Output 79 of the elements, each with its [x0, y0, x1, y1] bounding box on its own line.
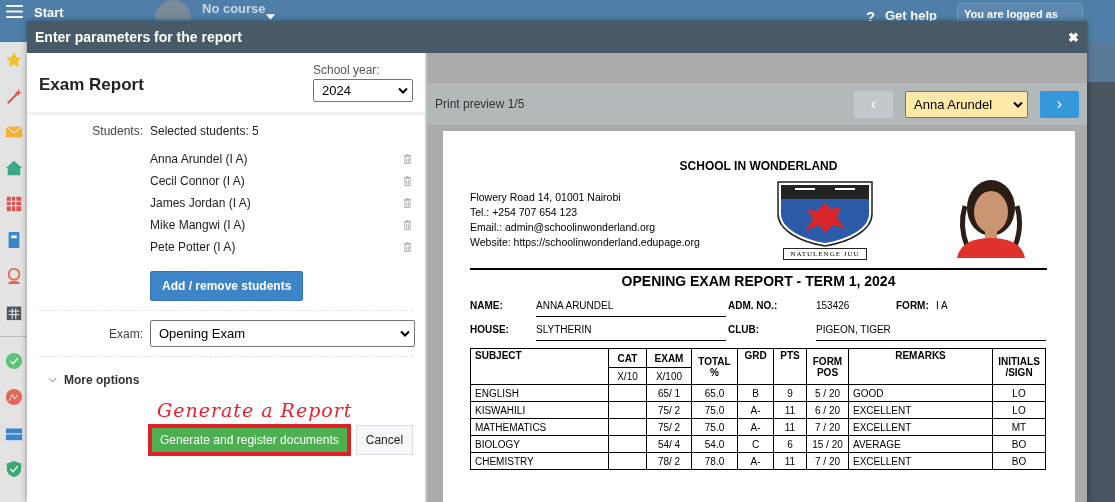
student-name: Pete Potter (I A) — [150, 239, 236, 254]
table-cell: 7 / 20 — [806, 452, 849, 470]
table-cell: GOOD — [848, 384, 993, 402]
table-cell: EXCELLENT — [848, 401, 993, 419]
info-value: PIGEON, TIGER — [816, 324, 1046, 341]
column-header: GRD — [737, 348, 774, 385]
table-cell: 54/ 4 — [646, 435, 692, 453]
table-cell: MATHEMATICS — [470, 418, 609, 436]
address-line: Flowery Road 14, 01001 Nairobi — [470, 191, 622, 203]
column-header: FORM POS — [806, 348, 849, 385]
table-cell: BO — [992, 452, 1046, 470]
table-cell: 65.0 — [691, 384, 738, 402]
table-cell: 5 / 20 — [806, 384, 849, 402]
table-cell: A- — [737, 418, 774, 436]
field-label: Exam: — [108, 326, 143, 341]
address-line: Tel.: +254 707 654 123 — [470, 206, 579, 218]
table-cell: 11 — [773, 452, 807, 470]
annotation-text: Generate a Report — [157, 399, 353, 421]
table-cell: 75.0 — [691, 401, 738, 419]
table-cell: 78.0 — [691, 452, 738, 470]
table-cell: ENGLISH — [470, 384, 609, 402]
table-cell: 75/ 2 — [646, 401, 692, 419]
table-cell: BO — [992, 435, 1046, 453]
table-cell: 75.0 — [691, 418, 738, 436]
column-header: PTS — [773, 348, 807, 385]
info-value: ANNA ARUNDEL — [536, 300, 726, 317]
info-label: ADM. NO.: — [728, 300, 779, 311]
dialog-title: Enter parameters for the report — [35, 29, 242, 45]
table-cell: LO — [992, 401, 1046, 419]
table-cell: A- — [737, 401, 774, 419]
student-name: James Jordan (I A) — [150, 195, 251, 210]
table-cell: 54.0 — [691, 435, 738, 453]
table-cell: 75/ 2 — [646, 418, 692, 436]
table-cell: AVERAGE — [848, 435, 993, 453]
table-cell: 6 / 20 — [806, 401, 849, 419]
table-cell: 11 — [773, 401, 807, 419]
column-header: EXAM — [646, 348, 692, 368]
table-cell: 6 — [773, 435, 807, 453]
address-line: Website: https://schoolinwonderland.edupage.org — [470, 236, 701, 248]
field-label: School year: — [313, 63, 381, 77]
column-header: INITIALS /SIGN — [992, 348, 1046, 385]
table-cell: CHEMISTRY — [470, 452, 609, 470]
table-cell: EXCELLENT — [848, 418, 993, 436]
report-heading: Exam Report — [39, 75, 144, 96]
address-line: Email.: admin@schoolinwonderland.org — [470, 221, 657, 233]
students-summary: Selected students: 5 — [150, 124, 260, 138]
info-value: 153426 — [816, 300, 851, 311]
table-cell: 11 — [773, 418, 807, 436]
table-cell: BIOLOGY — [470, 435, 609, 453]
info-value: I A — [936, 300, 949, 311]
info-label: CLUB: — [728, 324, 761, 335]
table-cell: 65/ 1 — [646, 384, 692, 402]
table-cell: MT — [992, 418, 1046, 436]
table-cell: KISWAHILI — [470, 401, 609, 419]
table-cell: EXCELLENT — [848, 452, 993, 470]
table-cell: 7 / 20 — [806, 418, 849, 436]
table-cell: A- — [737, 452, 774, 470]
table-cell: 9 — [773, 384, 807, 402]
table-cell: 15 / 20 — [806, 435, 849, 453]
column-subheader: X/10 — [608, 367, 647, 385]
student-name: Cecil Connor (I A) — [150, 173, 245, 188]
student-name: Anna Arundel (I A) — [150, 151, 248, 166]
column-header: SUBJECT — [470, 348, 609, 385]
table-cell: LO — [992, 384, 1046, 402]
report-title: OPENING EXAM REPORT - TERM 1, 2024 — [620, 273, 897, 289]
column-header: TOTAL % — [691, 348, 738, 385]
field-label: Students: — [91, 124, 143, 140]
school-name: SCHOOL IN WONDERLAND — [678, 159, 839, 173]
student-name: Mike Mangwi (I A) — [150, 217, 246, 232]
info-value: SLYTHERIN — [536, 324, 726, 341]
table-cell: 78/ 2 — [646, 452, 692, 470]
column-header: CAT — [608, 348, 647, 368]
table-cell: C — [737, 435, 774, 453]
preview-label: Print preview 1/5 — [435, 97, 525, 111]
info-label: HOUSE: — [470, 324, 510, 335]
info-label: NAME: — [470, 300, 504, 311]
info-label: FORM: — [896, 300, 930, 311]
column-header: REMARKS — [848, 348, 993, 385]
table-cell: B — [737, 384, 774, 402]
